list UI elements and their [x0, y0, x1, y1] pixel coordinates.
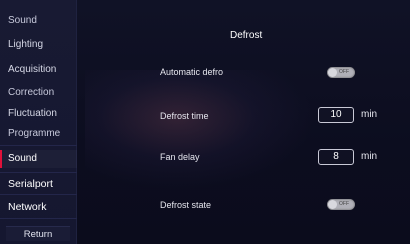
defrost-time-unit: min: [361, 109, 378, 120]
page-title: Defrost: [230, 30, 263, 41]
sidebar-item-network[interactable]: Network: [0, 201, 77, 213]
sidebar-item-correction[interactable]: Correction: [0, 87, 77, 99]
sidebar-divider: [0, 194, 77, 195]
sidebar-divider: [0, 218, 77, 219]
defrost-state-label: Defrost state: [160, 200, 212, 210]
sidebar-item-programme[interactable]: Programme: [0, 128, 77, 140]
toggle-knob: [328, 200, 337, 209]
sidebar-item-serialport[interactable]: Serialport: [0, 178, 77, 190]
sidebar-item-fluctuation[interactable]: Fluctuation: [0, 108, 77, 120]
fan-delay-input[interactable]: 8: [318, 149, 354, 165]
sidebar: Sound Lighting Acquisition Correction Fl…: [0, 0, 77, 244]
screen: Sound Lighting Acquisition Correction Fl…: [0, 0, 410, 244]
toggle-knob: [328, 68, 337, 77]
sidebar-divider: [0, 145, 77, 146]
sidebar-item-lighting[interactable]: Lighting: [0, 39, 77, 51]
sidebar-item-sound-top[interactable]: Sound: [0, 15, 77, 27]
defrost-time-input[interactable]: 10: [318, 107, 354, 123]
fan-delay-unit: min: [361, 151, 378, 162]
automatic-defrost-label: Automatic defro: [160, 67, 224, 77]
defrost-time-label: Defrost time: [160, 111, 209, 121]
sidebar-item-sound[interactable]: Sound: [0, 150, 77, 168]
toggle-state-text: OFF: [339, 69, 349, 75]
sidebar-divider: [0, 172, 77, 173]
return-button[interactable]: Return: [6, 226, 70, 241]
automatic-defrost-toggle[interactable]: OFF: [327, 67, 355, 78]
defrost-state-toggle[interactable]: OFF: [327, 199, 355, 210]
toggle-state-text: OFF: [339, 201, 349, 207]
background-glow: [85, 70, 315, 190]
fan-delay-label: Fan delay: [160, 152, 200, 162]
sidebar-item-acquisition[interactable]: Acquisition: [0, 64, 77, 76]
